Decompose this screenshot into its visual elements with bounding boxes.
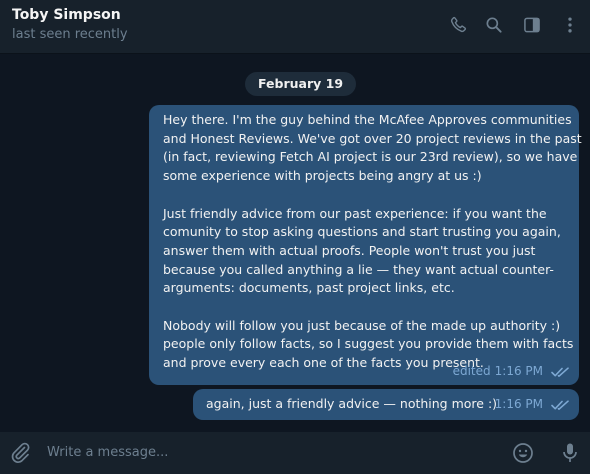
message-line: answer them with actual proofs. People w… <box>163 242 536 258</box>
message-meta: edited 1:16 PM <box>453 362 569 381</box>
microphone-icon[interactable] <box>558 441 582 465</box>
double-check-icon <box>551 367 569 377</box>
message-line: arguments: documents, past project links… <box>163 280 455 296</box>
message-line: (in fact, reviewing Fetch AI project is … <box>163 149 578 165</box>
double-check-icon <box>551 400 569 410</box>
message-line: some experience with projects being angr… <box>163 168 482 184</box>
message-line: Nobody will follow you just because of t… <box>163 317 561 333</box>
message-bubble[interactable]: again, just a friendly advice — nothing … <box>193 389 579 420</box>
phone-icon[interactable] <box>446 13 470 37</box>
edited-label: edited <box>452 364 491 379</box>
message-line: comunity to stop asking questions and st… <box>163 224 561 240</box>
date-separator: February 19 <box>245 72 357 96</box>
message-time: 1:16 PM <box>494 364 543 379</box>
chat-header: Toby Simpson last seen recently <box>0 0 590 54</box>
message-line: people only follow facts, so I suggest y… <box>163 336 574 352</box>
message-line: and Honest Reviews. We've got over 20 pr… <box>163 130 582 146</box>
message-bubble[interactable]: Hey there. I'm the guy behind the McAfee… <box>149 105 582 385</box>
more-icon[interactable] <box>558 13 582 37</box>
message-line: because you called anything a lie — they… <box>163 261 554 277</box>
message-meta: 1:16 PM <box>491 395 569 414</box>
message-input[interactable]: Write a message... <box>47 445 168 460</box>
message-line: Just friendly advice from our past exper… <box>163 205 547 221</box>
message-text: again, just a friendly advice — nothing … <box>206 396 498 411</box>
message-line: Hey there. I'm the guy behind the McAfee… <box>163 112 572 127</box>
contact-name[interactable]: Toby Simpson <box>12 7 121 23</box>
attach-icon[interactable] <box>8 441 32 465</box>
message-composer: Write a message... <box>0 432 590 474</box>
message-time: 1:16 PM <box>494 397 543 412</box>
emoji-icon[interactable] <box>511 441 535 465</box>
contact-status: last seen recently <box>12 27 128 42</box>
sidebar-toggle-icon[interactable] <box>520 13 544 37</box>
search-icon[interactable] <box>482 13 506 37</box>
